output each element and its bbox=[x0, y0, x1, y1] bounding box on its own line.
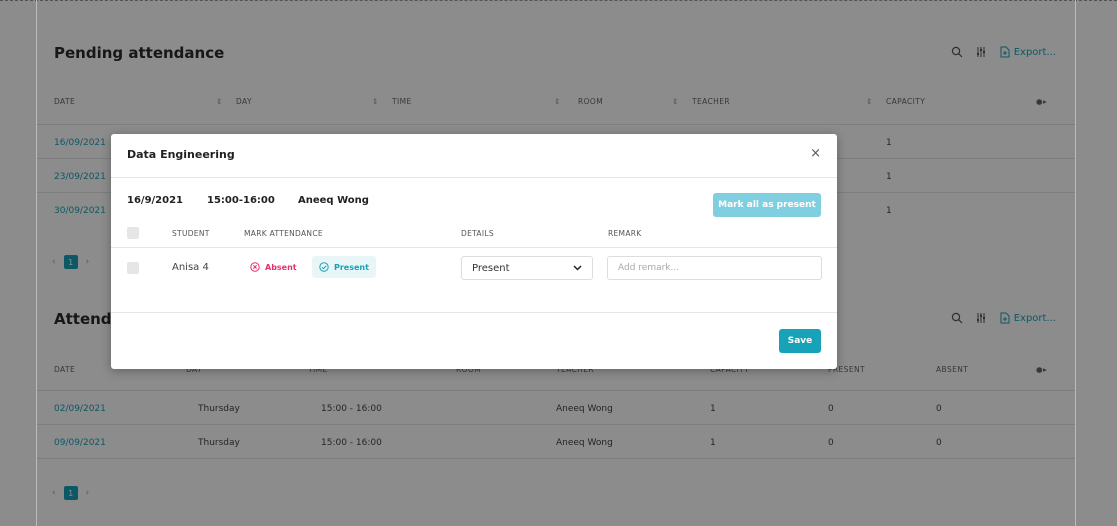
absent-label: Absent bbox=[265, 262, 297, 272]
header-mark-attendance: MARK ATTENDANCE bbox=[244, 229, 323, 238]
student-checkbox[interactable] bbox=[127, 262, 139, 274]
session-teacher: Aneeq Wong bbox=[298, 195, 369, 206]
details-select[interactable]: Present bbox=[461, 256, 593, 280]
present-label: Present bbox=[334, 262, 369, 272]
modal-divider bbox=[111, 177, 837, 178]
select-all-checkbox[interactable] bbox=[127, 227, 139, 239]
mark-all-present-button[interactable]: Mark all as present bbox=[713, 193, 821, 217]
modal-title: Data Engineering bbox=[127, 148, 235, 161]
save-button[interactable]: Save bbox=[779, 329, 821, 353]
absent-button[interactable]: Absent bbox=[243, 256, 304, 278]
present-button[interactable]: Present bbox=[312, 256, 376, 278]
modal-footer-divider bbox=[111, 312, 837, 313]
card-left-edge bbox=[36, 0, 37, 526]
attendance-modal: Data Engineering × 16/9/2021 15:00-16:00… bbox=[111, 134, 837, 369]
x-circle-icon bbox=[250, 262, 260, 272]
header-details: DETAILS bbox=[461, 229, 494, 238]
modal-table-divider bbox=[111, 247, 837, 248]
chevron-down-icon bbox=[573, 265, 582, 271]
close-icon[interactable]: × bbox=[810, 146, 821, 161]
student-name: Anisa 4 bbox=[172, 262, 209, 273]
session-time: 15:00-16:00 bbox=[207, 195, 275, 206]
check-circle-icon bbox=[319, 262, 329, 272]
details-selected-value: Present bbox=[472, 262, 510, 274]
remark-input[interactable] bbox=[607, 256, 822, 280]
session-date: 16/9/2021 bbox=[127, 195, 184, 206]
header-student: STUDENT bbox=[172, 229, 210, 238]
header-remark: REMARK bbox=[608, 229, 642, 238]
card-right-edge bbox=[1075, 0, 1076, 526]
